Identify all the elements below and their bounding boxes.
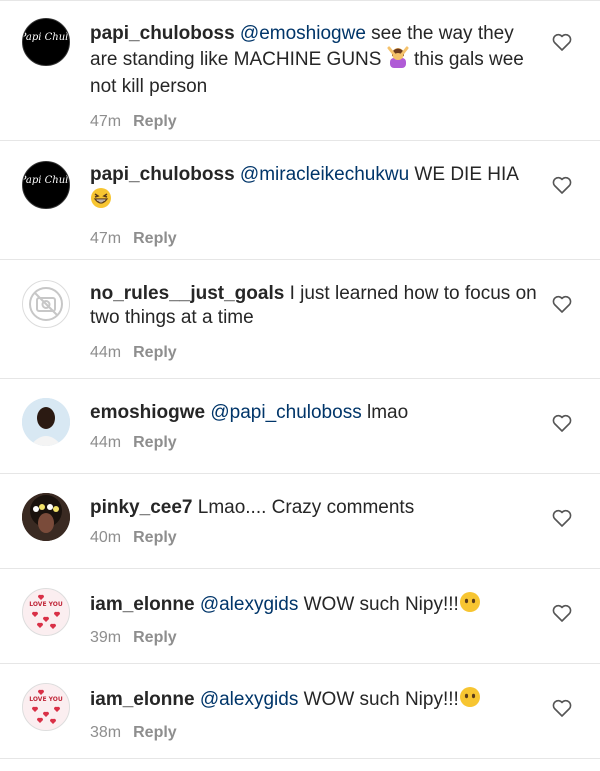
avatar[interactable]: Papi Chulo xyxy=(22,18,70,66)
comment-body: pinky_cee7 Lmao.... Crazy comments 40m Re… xyxy=(90,496,540,550)
user-photo xyxy=(22,493,70,541)
user-photo xyxy=(22,398,70,446)
person-gesturing-no-icon xyxy=(387,46,409,75)
comment-meta: 47m Reply xyxy=(90,110,540,134)
reply-button[interactable]: Reply xyxy=(133,434,177,451)
comment-item: Papi Chulo papi_chuloboss @miracleikechu… xyxy=(0,141,600,260)
comment-meta: 47m Reply xyxy=(90,227,540,251)
comment-mention[interactable]: @emoshiogwe xyxy=(240,23,366,44)
heart-icon[interactable] xyxy=(552,33,572,51)
reply-button[interactable]: Reply xyxy=(133,230,177,247)
papi-chulo-logo: Papi Chulo xyxy=(23,175,70,186)
avatar[interactable] xyxy=(22,280,70,328)
comment-item: Papi Chulo papi_chuloboss @emoshiogwe se… xyxy=(0,4,600,141)
svg-text:Papi Chulo: Papi Chulo xyxy=(23,32,70,43)
comment-username[interactable]: no_rules__just_goals xyxy=(90,283,284,304)
comment-body: papi_chuloboss @miracleikechukwu WE DIE … xyxy=(90,163,540,251)
reply-button[interactable]: Reply xyxy=(133,344,177,361)
avatar[interactable]: LOVE YOU xyxy=(22,683,70,731)
comment-text: iam_elonne @alexygids WOW such Nipy!!! xyxy=(90,686,540,715)
comment-meta: 38m Reply xyxy=(90,721,540,745)
comment-text: papi_chuloboss @emoshiogwe see the way t… xyxy=(90,22,540,99)
comment-body: no_rules__just_goals I just learned how … xyxy=(90,282,540,365)
heart-icon[interactable] xyxy=(552,176,572,194)
comment-text: emoshiogwe @papi_chuloboss lmao xyxy=(90,401,540,425)
comment-item: LOVE YOU iam_elonne @alexygids WOW such … xyxy=(0,664,600,759)
reply-button[interactable]: Reply xyxy=(133,724,177,741)
comment-username[interactable]: pinky_cee7 xyxy=(90,497,192,518)
comment-username[interactable]: emoshiogwe xyxy=(90,402,205,423)
heart-icon[interactable] xyxy=(552,295,572,313)
comment-timestamp: 40m xyxy=(90,529,122,546)
love-hearts-photo: LOVE YOU xyxy=(23,684,69,730)
comment-mention[interactable]: @alexygids xyxy=(200,594,299,615)
comment-item: no_rules__just_goals I just learned how … xyxy=(0,260,600,379)
comment-username[interactable]: iam_elonne xyxy=(90,594,195,615)
comment-body: iam_elonne @alexygids WOW such Nipy!!! 3… xyxy=(90,686,540,745)
comment-username[interactable]: iam_elonne xyxy=(90,689,195,710)
avatar[interactable] xyxy=(22,398,70,446)
comment-mention[interactable]: @papi_chuloboss xyxy=(210,402,361,423)
avatar[interactable]: LOVE YOU xyxy=(22,588,70,636)
comment-meta: 44m Reply xyxy=(90,341,540,365)
comment-message: lmao xyxy=(361,402,409,423)
comment-mention[interactable]: @alexygids xyxy=(200,689,299,710)
comment-item: LOVE YOU iam_elonne @alexygids WOW such … xyxy=(0,569,600,664)
comment-body: emoshiogwe @papi_chuloboss lmao 44m Reply xyxy=(90,401,540,455)
comment-username[interactable]: papi_chuloboss xyxy=(90,23,235,44)
comment-timestamp: 47m xyxy=(90,113,122,130)
comment-timestamp: 38m xyxy=(90,724,122,741)
grinning-squinting-face-icon xyxy=(90,187,112,216)
comment-meta: 40m Reply xyxy=(90,526,540,550)
comment-text: papi_chuloboss @miracleikechukwu WE DIE … xyxy=(90,163,540,216)
reply-button[interactable]: Reply xyxy=(133,629,177,646)
love-hearts-photo: LOVE YOU xyxy=(23,589,69,635)
face-without-mouth-icon xyxy=(459,591,481,620)
comment-mention[interactable]: @miracleikechukwu xyxy=(240,164,409,185)
reply-button[interactable]: Reply xyxy=(133,113,177,130)
comment-item: pinky_cee7 Lmao.... Crazy comments 40m Re… xyxy=(0,474,600,569)
comment-message: WOW such Nipy!!! xyxy=(298,689,459,710)
svg-text:LOVE YOU: LOVE YOU xyxy=(29,696,63,703)
papi-chulo-logo: Papi Chulo xyxy=(23,32,70,43)
svg-text:LOVE YOU: LOVE YOU xyxy=(29,601,63,608)
svg-text:Papi Chulo: Papi Chulo xyxy=(23,175,70,186)
face-without-mouth-icon xyxy=(459,686,481,715)
avatar[interactable] xyxy=(22,493,70,541)
comment-text: pinky_cee7 Lmao.... Crazy comments xyxy=(90,496,540,520)
comment-message: WE DIE HIA xyxy=(409,164,519,185)
comment-body: papi_chuloboss @emoshiogwe see the way t… xyxy=(90,22,540,134)
comment-username[interactable]: papi_chuloboss xyxy=(90,164,235,185)
no-photo-icon xyxy=(29,287,63,321)
comment-text: no_rules__just_goals I just learned how … xyxy=(90,282,540,330)
comment-timestamp: 44m xyxy=(90,434,122,451)
avatar[interactable]: Papi Chulo xyxy=(22,161,70,209)
comment-meta: 39m Reply xyxy=(90,626,540,650)
heart-icon[interactable] xyxy=(552,414,572,432)
heart-icon[interactable] xyxy=(552,604,572,622)
comment-timestamp: 47m xyxy=(90,230,122,247)
comment-timestamp: 44m xyxy=(90,344,122,361)
heart-icon[interactable] xyxy=(552,509,572,527)
comment-item: emoshiogwe @papi_chuloboss lmao 44m Reply xyxy=(0,379,600,474)
comment-timestamp: 39m xyxy=(90,629,122,646)
heart-icon[interactable] xyxy=(552,699,572,717)
comment-message: WOW such Nipy!!! xyxy=(298,594,459,615)
comment-meta: 44m Reply xyxy=(90,431,540,455)
reply-button[interactable]: Reply xyxy=(133,529,177,546)
comment-body: iam_elonne @alexygids WOW such Nipy!!! 3… xyxy=(90,591,540,650)
comment-text: iam_elonne @alexygids WOW such Nipy!!! xyxy=(90,591,540,620)
comment-message: Lmao.... Crazy comments xyxy=(192,497,415,518)
